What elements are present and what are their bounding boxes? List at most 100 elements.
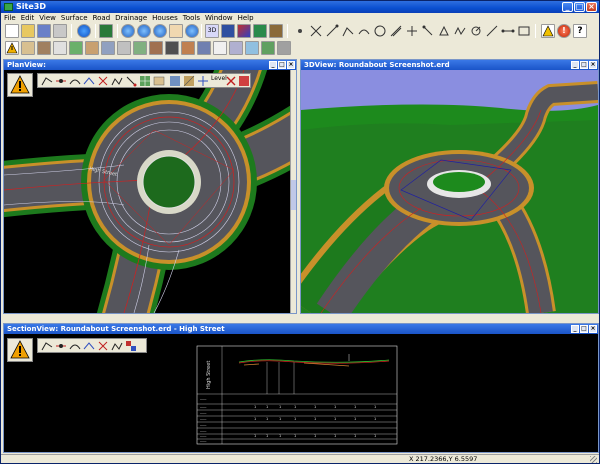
zoom-window-icon[interactable] <box>99 24 113 38</box>
vertex-tool-icon[interactable] <box>125 75 137 87</box>
plan-warning-icon[interactable] <box>7 73 33 97</box>
building-icon[interactable] <box>117 41 131 55</box>
resize-grip[interactable] <box>590 456 597 463</box>
delete-tool-icon[interactable] <box>225 75 237 87</box>
save-icon[interactable] <box>37 24 51 38</box>
section-view-canvas[interactable]: High Street ———————————————————————— 111… <box>4 334 598 452</box>
stop-icon[interactable]: ! <box>557 24 571 38</box>
tree-icon[interactable] <box>133 41 147 55</box>
trim-icon[interactable] <box>405 24 419 38</box>
3d-icon[interactable]: 3D <box>205 24 219 38</box>
chain-icon[interactable] <box>453 24 467 38</box>
layer-icon[interactable] <box>181 41 195 55</box>
menu-houses[interactable]: Houses <box>152 13 178 23</box>
measure-icon[interactable] <box>469 24 483 38</box>
section-icon[interactable] <box>85 41 99 55</box>
surface-tool-icon[interactable] <box>169 75 181 87</box>
arc-tool-icon[interactable] <box>69 75 81 87</box>
zoom-extents-icon[interactable] <box>153 24 167 38</box>
plan-scrollbar[interactable] <box>290 70 296 313</box>
wall-icon[interactable] <box>149 41 163 55</box>
menu-tools[interactable]: Tools <box>183 13 200 23</box>
menu-window[interactable]: Window <box>205 13 233 23</box>
3d-close-button[interactable]: × <box>589 61 597 69</box>
menu-surface[interactable]: Surface <box>61 13 88 23</box>
close-tool-icon[interactable] <box>238 75 250 87</box>
close-button[interactable]: × <box>586 2 597 12</box>
cross-icon[interactable] <box>309 24 323 38</box>
section-view-panel[interactable]: SectionView: Roundabout Screenshot.erd -… <box>3 323 599 453</box>
section-minimize-button[interactable]: _ <box>571 325 579 333</box>
drainage-icon[interactable] <box>53 41 67 55</box>
hatch-tool-icon[interactable] <box>183 75 195 87</box>
line-icon[interactable] <box>325 24 339 38</box>
fence-icon[interactable] <box>197 41 211 55</box>
spline-tool-icon[interactable] <box>83 75 95 87</box>
texture-icon[interactable] <box>237 24 251 38</box>
contour-icon[interactable] <box>261 41 275 55</box>
grid-tool-icon[interactable] <box>139 75 151 87</box>
point-tool-icon[interactable] <box>55 75 67 87</box>
3d-view-panel[interactable]: 3DView: Roundabout Screenshot.erd _ □ × <box>300 59 599 314</box>
menu-view[interactable]: View <box>39 13 56 23</box>
title-bar[interactable]: Site3D _ □ × <box>1 1 599 13</box>
warning-icon[interactable] <box>5 41 19 55</box>
text-icon[interactable] <box>277 41 291 55</box>
cross-tool-icon[interactable] <box>97 75 109 87</box>
render-icon[interactable] <box>253 24 267 38</box>
open-icon[interactable] <box>21 24 35 38</box>
new-icon[interactable] <box>5 24 19 38</box>
menu-drainage[interactable]: Drainage <box>115 13 147 23</box>
section-close-button[interactable]: × <box>589 325 597 333</box>
vertex-icon[interactable] <box>437 24 451 38</box>
rectangle-icon[interactable] <box>517 24 531 38</box>
plan-view-title-bar[interactable]: PlanView: _ □ × <box>4 60 296 70</box>
arc-icon[interactable] <box>357 24 371 38</box>
kerb-icon[interactable] <box>165 41 179 55</box>
plan-view-panel[interactable]: PlanView: _ □ × High Street Level <box>3 59 297 314</box>
point-icon[interactable] <box>293 24 307 38</box>
plan-view-canvas[interactable]: High Street <box>4 70 296 313</box>
plan-minimize-button[interactable]: _ <box>269 61 277 69</box>
pan-icon[interactable] <box>169 24 183 38</box>
maximize-button[interactable]: □ <box>574 2 585 12</box>
help-icon[interactable]: ? <box>573 24 587 38</box>
3d-view-title-bar[interactable]: 3DView: Roundabout Screenshot.erd _ □ × <box>301 60 598 70</box>
circle-icon[interactable] <box>373 24 387 38</box>
move-tool-icon[interactable] <box>197 75 209 87</box>
table-tool-icon[interactable] <box>153 75 165 87</box>
zoom-previous-icon[interactable] <box>185 24 199 38</box>
3d-view-canvas[interactable] <box>301 70 598 313</box>
cube-icon[interactable] <box>221 24 235 38</box>
undo-icon[interactable] <box>77 24 91 38</box>
warning-icon[interactable] <box>541 24 555 38</box>
road-icon[interactable] <box>37 41 51 55</box>
offset-icon[interactable] <box>389 24 403 38</box>
plan-close-button[interactable]: × <box>287 61 295 69</box>
extend-icon[interactable] <box>421 24 435 38</box>
grid-icon[interactable] <box>101 41 115 55</box>
zoom-out-icon[interactable] <box>137 24 151 38</box>
polyline-icon[interactable] <box>341 24 355 38</box>
chain-tool-icon[interactable] <box>111 75 123 87</box>
menu-help[interactable]: Help <box>238 13 254 23</box>
section-view-title-bar[interactable]: SectionView: Roundabout Screenshot.erd -… <box>4 324 598 334</box>
label-icon[interactable] <box>213 41 227 55</box>
menu-edit[interactable]: Edit <box>21 13 35 23</box>
plan-maximize-button[interactable]: □ <box>278 61 286 69</box>
light-icon[interactable] <box>269 24 283 38</box>
volume-icon[interactable] <box>229 41 243 55</box>
polyline-tool-icon[interactable] <box>41 75 53 87</box>
zoom-in-icon[interactable] <box>121 24 135 38</box>
menu-file[interactable]: File <box>4 13 16 23</box>
house-icon[interactable] <box>21 41 35 55</box>
water-icon[interactable] <box>245 41 259 55</box>
slope-icon[interactable] <box>485 24 499 38</box>
surface-icon[interactable] <box>69 41 83 55</box>
minimize-button[interactable]: _ <box>562 2 573 12</box>
section-maximize-button[interactable]: □ <box>580 325 588 333</box>
print-icon[interactable] <box>53 24 67 38</box>
menu-road[interactable]: Road <box>93 13 111 23</box>
dimension-icon[interactable] <box>501 24 515 38</box>
3d-maximize-button[interactable]: □ <box>580 61 588 69</box>
